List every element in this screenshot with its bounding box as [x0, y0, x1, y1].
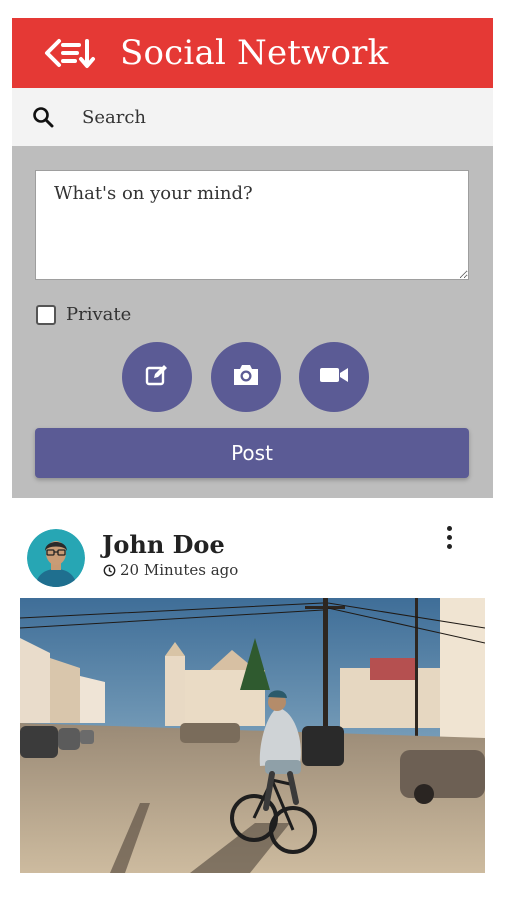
search-icon[interactable]	[30, 104, 56, 130]
video-icon	[318, 363, 350, 391]
edit-icon	[143, 361, 171, 393]
author-name[interactable]: John Doe	[102, 530, 225, 559]
app-header: Social Network	[12, 18, 493, 88]
timestamp-text: 20 Minutes ago	[120, 561, 239, 579]
post-timestamp: 20 Minutes ago	[103, 561, 238, 579]
edit-button[interactable]	[122, 342, 192, 412]
private-label: Private	[66, 304, 132, 325]
app-frame: Social Network Private	[12, 18, 493, 873]
search-input[interactable]	[80, 105, 444, 129]
avatar[interactable]	[27, 529, 85, 587]
app-title: Social Network	[120, 33, 389, 73]
post-composer: Private	[12, 146, 493, 498]
camera-button[interactable]	[211, 342, 281, 412]
clock-icon	[103, 564, 116, 577]
post-card: John Doe 20 Minutes ago	[12, 498, 493, 873]
camera-icon	[230, 361, 262, 393]
post-image[interactable]	[20, 598, 485, 873]
private-checkbox[interactable]	[36, 304, 56, 325]
menu-icon[interactable]	[34, 18, 104, 88]
more-options-icon[interactable]	[437, 520, 461, 554]
search-bar	[12, 88, 493, 147]
private-option: Private	[36, 304, 131, 325]
status-textarea[interactable]	[35, 170, 469, 280]
post-button[interactable]: Post	[35, 428, 469, 478]
video-button[interactable]	[299, 342, 369, 412]
